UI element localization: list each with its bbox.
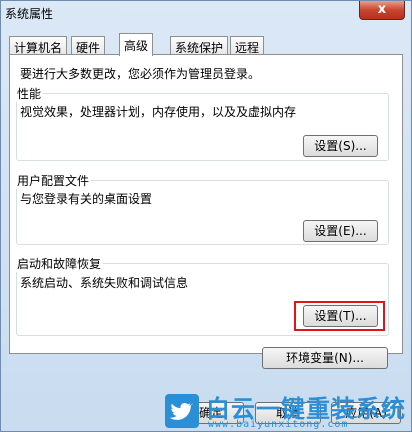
tab-advanced[interactable]: 高级 xyxy=(119,33,154,56)
user-profiles-title: 用户配置文件 xyxy=(15,172,92,189)
watermark: 白云一键重装系统 www.baiyunxitong.com xyxy=(161,389,411,432)
user-profiles-description: 与您登录有关的桌面设置 xyxy=(20,192,153,206)
admin-note: 要进行大多数更改，您必须作为管理员登录。 xyxy=(20,67,261,81)
performance-settings-button[interactable]: 设置(S)... xyxy=(303,135,378,157)
startup-recovery-description: 系统启动、系统失败和调试信息 xyxy=(20,276,189,290)
performance-description: 视觉效果，处理器计划，内存使用，以及及虚拟内存 xyxy=(20,105,297,119)
title-bar[interactable]: 系统属性 x xyxy=(1,1,411,27)
tab-remote[interactable]: 远程 xyxy=(230,36,265,55)
twitter-bird-icon xyxy=(165,394,199,428)
tab-hardware[interactable]: 硬件 xyxy=(71,36,106,55)
environment-variables-button[interactable]: 环境变量(N)... xyxy=(262,347,388,369)
tab-computer-name[interactable]: 计算机名 xyxy=(9,36,68,55)
user-profiles-settings-button[interactable]: 设置(E)... xyxy=(303,220,378,242)
window-title: 系统属性 xyxy=(5,7,54,21)
watermark-url: www.baiyunxitong.com xyxy=(208,419,349,430)
close-button[interactable]: x xyxy=(359,1,405,20)
startup-recovery-title: 启动和故障恢复 xyxy=(15,255,104,272)
tab-system-protection[interactable]: 系统保护 xyxy=(170,36,229,55)
performance-title: 性能 xyxy=(15,85,44,102)
system-properties-window: 系统属性 x 计算机名 硬件 高级 系统保护 远程 要进行大多数更改，您必须作为… xyxy=(0,0,412,432)
highlight-box xyxy=(294,301,385,331)
